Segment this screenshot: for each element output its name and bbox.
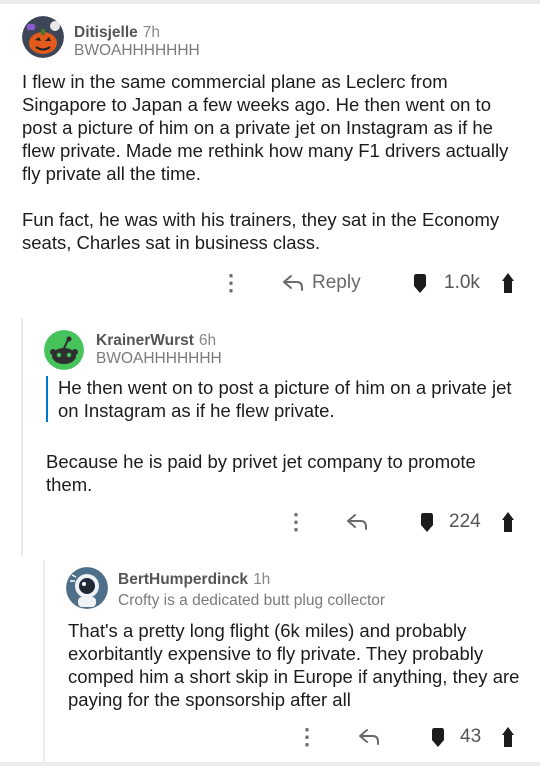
user-avatar[interactable] xyxy=(44,330,84,370)
user-flair: BWOAHHHHHHH xyxy=(74,42,200,59)
comment-author[interactable]: BertHumperdinck 1h xyxy=(118,571,270,589)
downvote-button[interactable] xyxy=(420,510,434,534)
bottom-divider xyxy=(0,762,540,766)
comment-author[interactable]: Ditisjelle 7h xyxy=(74,24,160,42)
reply-label[interactable]: Reply xyxy=(312,272,361,294)
comment-age: 1h xyxy=(253,571,271,588)
pumpkin-avatar-icon xyxy=(22,16,64,58)
upvote-button[interactable] xyxy=(500,271,516,295)
username[interactable]: Ditisjelle xyxy=(74,24,138,41)
upvote-icon xyxy=(502,512,514,532)
comment-author[interactable]: KrainerWurst 6h xyxy=(96,332,216,350)
comment-paragraph: That's a pretty long flight (6k miles) a… xyxy=(68,620,520,710)
more-options-icon[interactable]: ⋮ xyxy=(220,271,242,295)
vote-score: 224 xyxy=(449,511,481,532)
astronaut-avatar-icon xyxy=(66,567,108,609)
comment-body: That's a pretty long flight (6k miles) a… xyxy=(68,619,530,711)
vote-score: 1.0k xyxy=(444,272,480,293)
comment-body: Because he is paid by privet jet company… xyxy=(46,450,516,496)
reply-button[interactable] xyxy=(346,510,368,534)
comment-paragraph: Fun fact, he was with his trainers, they… xyxy=(22,209,500,253)
comment-age: 7h xyxy=(142,24,160,41)
reply-button[interactable]: Reply xyxy=(282,271,361,295)
quoted-text: He then went on to post a picture of him… xyxy=(46,376,518,422)
user-flair: BWOAHHHHHHH xyxy=(96,350,222,367)
upvote-button[interactable] xyxy=(500,510,516,534)
reply-arrow-icon xyxy=(359,729,379,745)
reply-arrow-icon xyxy=(283,275,303,291)
downvote-icon xyxy=(414,274,426,293)
user-avatar[interactable] xyxy=(22,16,64,58)
more-options-icon[interactable]: ⋮ xyxy=(285,510,307,534)
comment-actions: ⋮ Reply 1.0k xyxy=(0,271,540,295)
downvote-icon xyxy=(432,728,444,747)
username[interactable]: KrainerWurst xyxy=(96,332,194,349)
downvote-icon xyxy=(421,513,433,532)
upvote-icon xyxy=(502,727,514,747)
user-flair: Crofty is a dedicated butt plug collecto… xyxy=(118,592,386,609)
snoo-avatar-icon xyxy=(44,330,84,370)
comment-age: 6h xyxy=(198,332,217,349)
vote-score: 43 xyxy=(460,726,482,747)
upvote-button[interactable] xyxy=(500,725,516,749)
comment-actions: ⋮ 224 xyxy=(0,510,540,534)
reply-arrow-icon xyxy=(347,514,367,530)
comment-body: I flew in the same commercial plane as L… xyxy=(22,70,528,254)
username[interactable]: BertHumperdinck xyxy=(118,571,248,588)
comment-paragraph: I flew in the same commercial plane as L… xyxy=(22,71,509,184)
user-avatar[interactable] xyxy=(66,567,108,609)
more-options-icon[interactable]: ⋮ xyxy=(296,725,318,749)
reply-button[interactable] xyxy=(358,725,380,749)
comment-paragraph: Because he is paid by privet jet company… xyxy=(46,451,476,495)
top-divider xyxy=(0,0,540,4)
downvote-button[interactable] xyxy=(431,725,445,749)
upvote-icon xyxy=(502,273,514,293)
comment-actions: ⋮ 43 xyxy=(0,725,540,749)
downvote-button[interactable] xyxy=(413,271,427,295)
